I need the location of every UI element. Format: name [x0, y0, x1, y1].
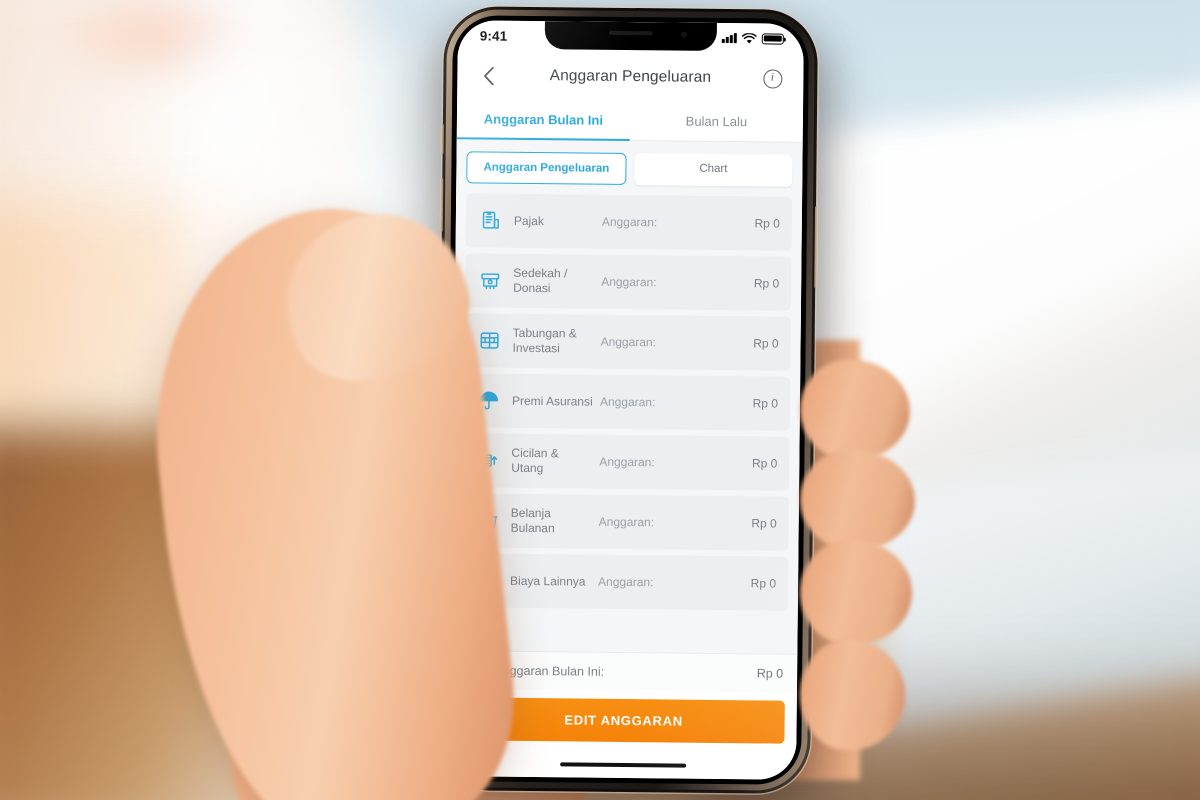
front-camera-icon [680, 31, 687, 38]
category-name: Cicilan & Utang [511, 445, 559, 476]
category-name: Biaya Lainnya [510, 573, 586, 589]
budget-category-list[interactable]: Pajak Anggaran: Rp 0 Sedekah / Donasi An… [451, 193, 803, 654]
table-row[interactable]: Belanja Bulanan Anggaran: Rp 0 [462, 493, 789, 551]
segment-anggaran-pengeluaran[interactable]: Anggaran Pengeluaran [466, 151, 627, 185]
chevron-left-icon[interactable] [473, 60, 503, 90]
tab-anggaran-bulan-ini[interactable]: Anggaran Bulan Ini [457, 100, 630, 140]
budget-value: Rp 0 [753, 276, 780, 291]
battery-icon [761, 32, 784, 45]
info-circle-icon: i [762, 68, 782, 89]
status-time: 9:41 [479, 27, 508, 44]
budget-value: Rp 0 [750, 576, 777, 591]
info-button[interactable]: i [757, 63, 787, 93]
segment-chart[interactable]: Chart [634, 153, 793, 187]
table-row[interactable]: Sedekah / Donasi Anggaran: Rp 0 [464, 253, 792, 311]
budget-label: Anggaran: [599, 454, 655, 470]
display-notch [544, 21, 717, 51]
category-name: Premi Asuransi [511, 393, 593, 409]
category-name: Pajak [513, 213, 544, 228]
budget-label: Anggaran: [600, 334, 657, 350]
home-indicator[interactable] [560, 762, 687, 768]
photo-scene: 9:41 Anggaran Pengeluaran i Anggaran Bul… [0, 0, 1200, 800]
hand-finger-pinky [800, 640, 905, 750]
segment-label: Chart [699, 162, 728, 176]
table-row[interactable]: Pajak Anggaran: Rp 0 [465, 193, 793, 251]
table-row[interactable]: Premi Asuransi Anggaran: Rp 0 [463, 373, 791, 431]
budget-value: Rp 0 [754, 216, 780, 231]
mute-switch[interactable] [440, 124, 444, 155]
category-name: Tabungan & Investasi [512, 325, 577, 356]
signal-bars-icon [721, 33, 737, 44]
table-row[interactable]: Cicilan & Utang Anggaran: Rp 0 [463, 433, 790, 491]
budget-value: Rp 0 [751, 456, 778, 471]
donation-box-icon [475, 265, 505, 295]
category-name: Belanja Bulanan [510, 505, 555, 536]
wifi-icon [741, 32, 757, 44]
tab-label: Anggaran Bulan Ini [483, 111, 604, 128]
bank-building-icon [474, 325, 504, 355]
volume-up-button[interactable] [439, 178, 444, 233]
budget-label: Anggaran: [601, 274, 657, 290]
tax-clipboard-icon [476, 205, 506, 235]
navigation-header: Anggaran Pengeluaran i [457, 50, 804, 104]
budget-label: Anggaran: [598, 574, 654, 590]
budget-value: Rp 0 [753, 336, 779, 351]
period-tabs: Anggaran Bulan Ini Bulan Lalu [456, 100, 804, 143]
total-value: Rp 0 [756, 666, 784, 681]
tab-bulan-lalu[interactable]: Bulan Lalu [630, 102, 803, 142]
budget-value: Rp 0 [752, 396, 779, 411]
table-row[interactable]: Biaya Lainnya Anggaran: Rp 0 [461, 553, 789, 611]
table-row[interactable]: Tabungan & Investasi Anggaran: Rp 0 [464, 313, 791, 371]
earpiece-speaker-icon [608, 30, 653, 36]
budget-label: Anggaran: [601, 214, 658, 230]
tab-label: Bulan Lalu [685, 113, 748, 130]
budget-value: Rp 0 [751, 516, 777, 531]
category-name: Sedekah / Donasi [513, 265, 568, 296]
status-indicators [721, 32, 784, 45]
budget-label: Anggaran: [599, 394, 656, 410]
budget-label: Anggaran: [598, 514, 655, 530]
view-segmented-control: Anggaran Pengeluaran Chart [456, 139, 803, 197]
page-title: Anggaran Pengeluaran [549, 67, 712, 86]
segment-label: Anggaran Pengeluaran [483, 161, 610, 175]
